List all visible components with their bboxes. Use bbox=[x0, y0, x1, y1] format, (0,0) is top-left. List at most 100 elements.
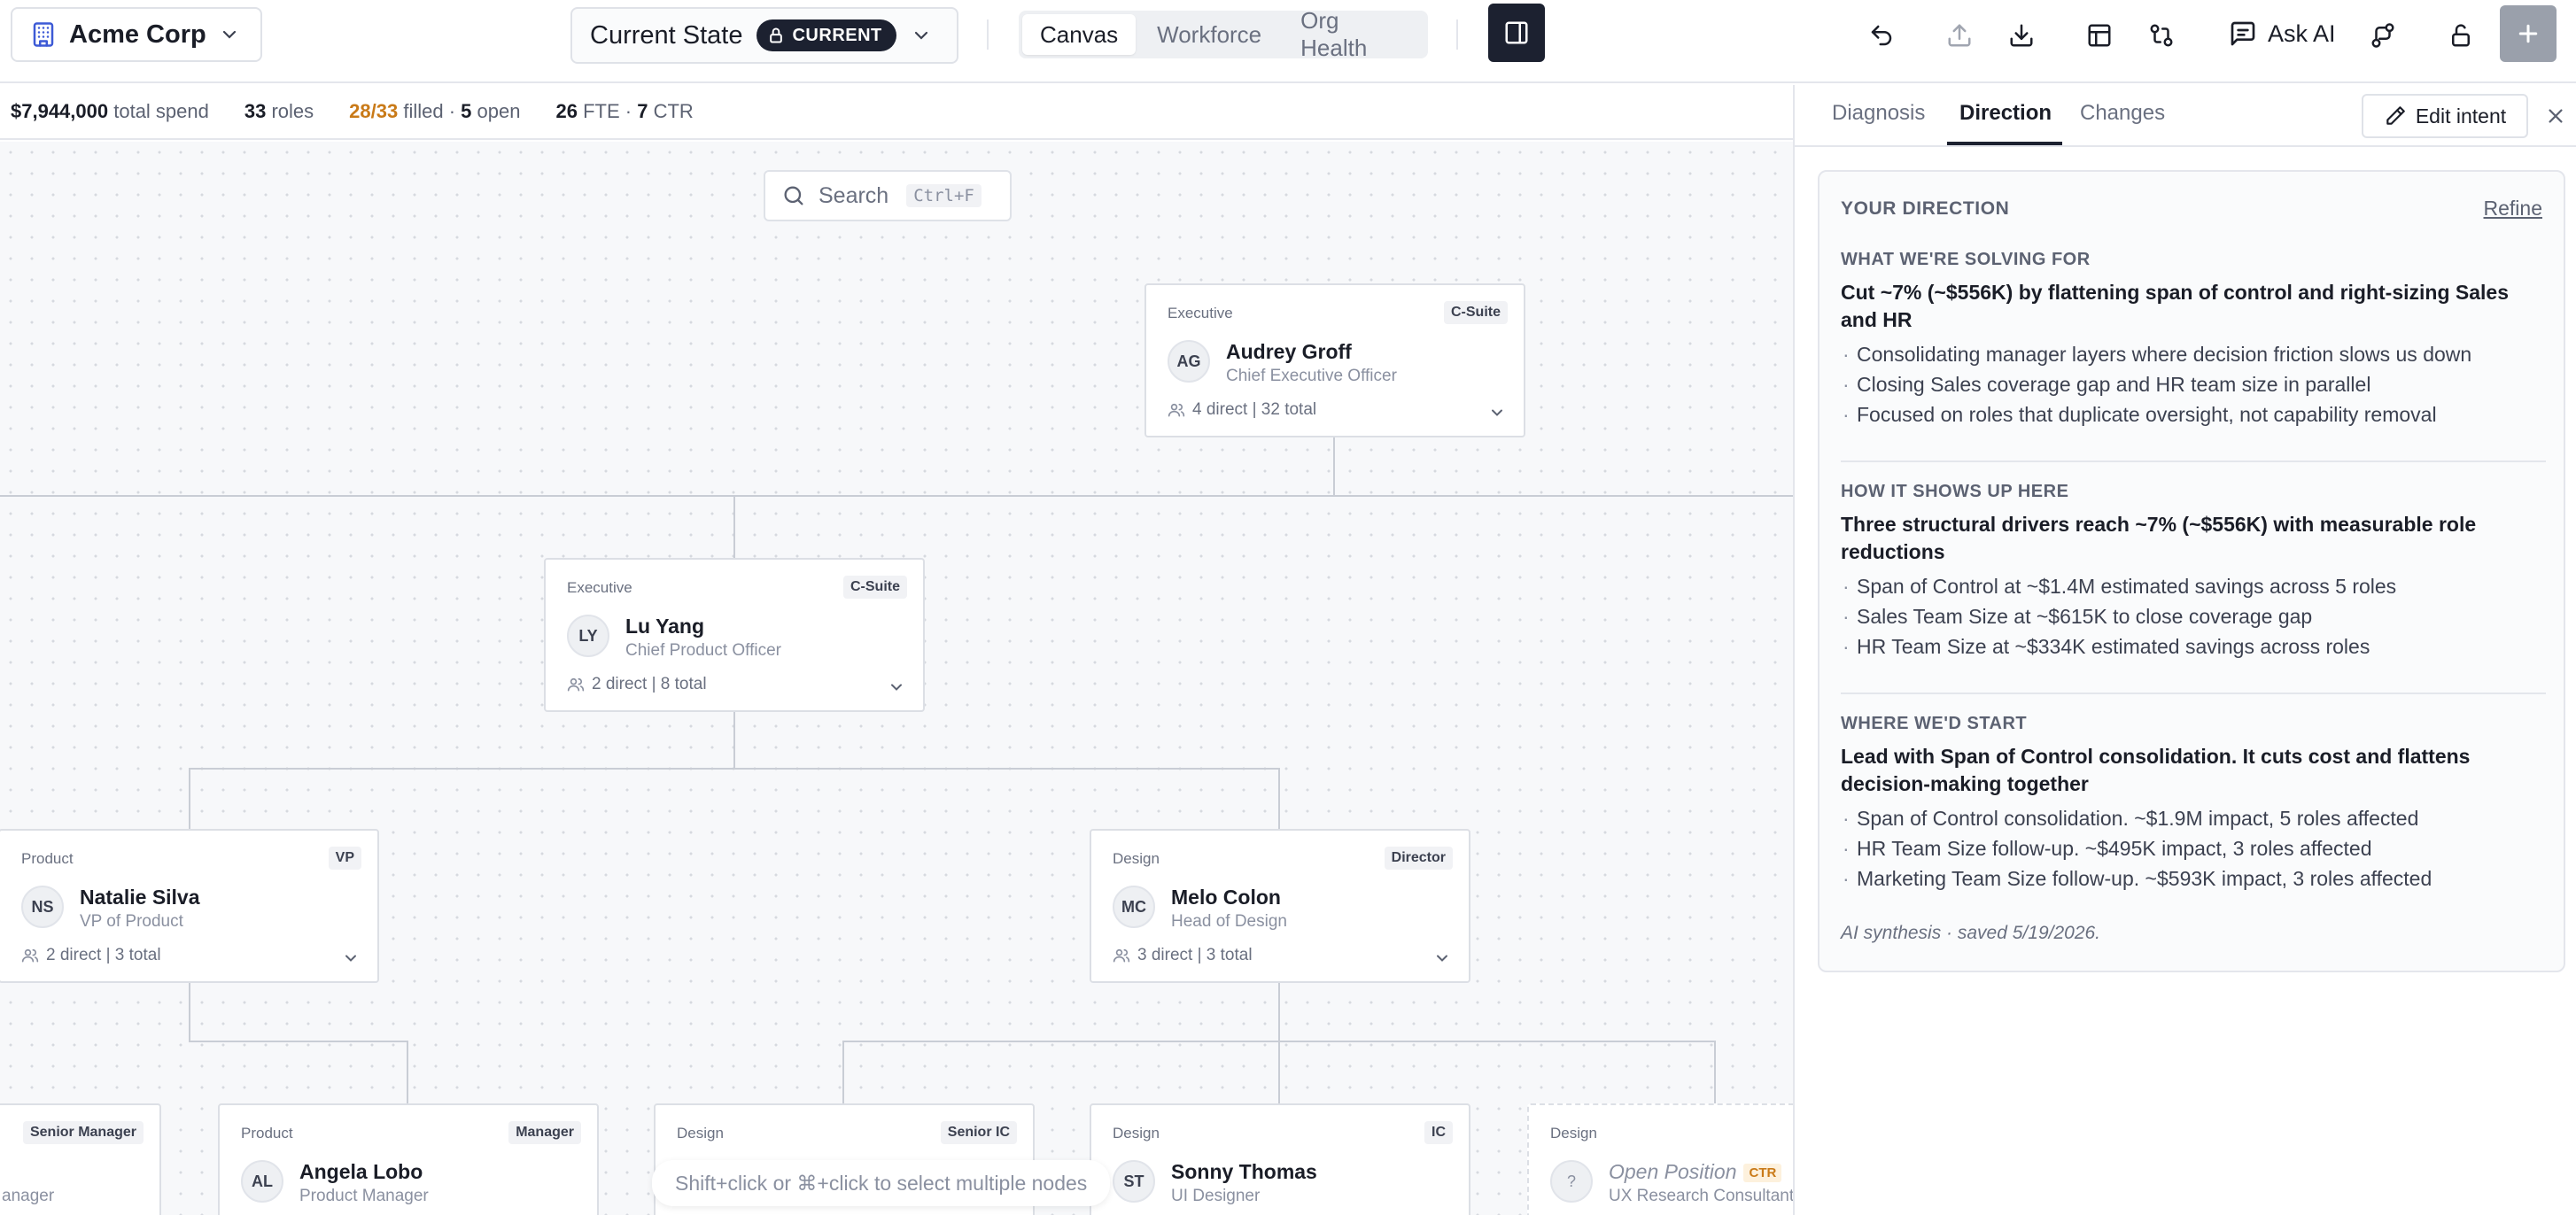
node-title: Chief Executive Officer bbox=[1226, 367, 1397, 385]
node-name: Natalie Silva bbox=[80, 886, 200, 909]
table-icon[interactable] bbox=[2082, 18, 2117, 53]
close-icon[interactable] bbox=[2542, 103, 2569, 129]
org-node[interactable]: Product VP NS Natalie Silva VP of Produc… bbox=[0, 829, 379, 983]
roles-label: roles bbox=[271, 100, 314, 122]
tab-canvas[interactable]: Canvas bbox=[1022, 14, 1137, 55]
company-switcher[interactable]: Acme Corp bbox=[11, 7, 262, 62]
section-bullets: Consolidating manager layers where decis… bbox=[1841, 339, 2546, 430]
bullet-item: Span of Control consolidation. ~$1.9M im… bbox=[1841, 803, 2546, 833]
expand-chevron-icon[interactable] bbox=[888, 678, 905, 700]
open-value: 5 bbox=[461, 100, 472, 122]
upload-icon[interactable] bbox=[1942, 18, 1977, 53]
people-icon bbox=[1168, 403, 1185, 417]
node-department: Executive bbox=[567, 579, 632, 596]
edit-intent-button[interactable]: Edit intent bbox=[2362, 94, 2528, 138]
bullet-item: Consolidating manager layers where decis… bbox=[1841, 339, 2546, 369]
building-icon bbox=[30, 21, 57, 48]
refine-link[interactable]: Refine bbox=[2484, 197, 2542, 221]
direction-section: HOW IT SHOWS UP HERE Three structural dr… bbox=[1841, 482, 2546, 662]
route-icon[interactable] bbox=[2365, 18, 2401, 53]
ctr-badge: CTR bbox=[1743, 1164, 1782, 1182]
filled-value: 28/33 bbox=[349, 100, 399, 122]
node-level-badge: C-Suite bbox=[843, 576, 907, 599]
panel-toggle-button[interactable] bbox=[1488, 4, 1545, 62]
unlock-icon[interactable] bbox=[2443, 18, 2479, 53]
section-heading: WHAT WE'RE SOLVING FOR bbox=[1841, 250, 2091, 269]
filled-label: filled · bbox=[403, 100, 456, 122]
org-node-open-position[interactable]: Design IC ? Open PositionCTR UX Research… bbox=[1527, 1103, 1793, 1215]
fte-label: FTE · bbox=[583, 100, 632, 122]
top-bar: Acme Corp Current State CURRENT Canvas W… bbox=[0, 0, 2576, 83]
node-name: Lu Yang bbox=[625, 615, 705, 638]
open-position-label: Open Position bbox=[1609, 1160, 1737, 1183]
divider bbox=[987, 19, 989, 50]
pencil-icon bbox=[2384, 104, 2407, 128]
expand-chevron-icon[interactable] bbox=[342, 949, 360, 971]
tab-changes[interactable]: Changes bbox=[2080, 101, 2165, 126]
people-icon bbox=[21, 948, 39, 963]
add-button[interactable] bbox=[2500, 5, 2557, 62]
canvas-search[interactable]: Search Ctrl+F bbox=[764, 170, 1012, 221]
node-department: Design bbox=[677, 1125, 724, 1141]
ctr-label: CTR bbox=[653, 100, 694, 122]
direction-card: YOUR DIRECTION Refine WHAT WE'RE SOLVING… bbox=[1818, 170, 2565, 972]
node-name: Sonny Thomas bbox=[1171, 1160, 1317, 1183]
stat-spend: $7,944,000 total spend bbox=[11, 100, 209, 123]
org-canvas[interactable]: Search Ctrl+F Executive C-Suite AG Audre… bbox=[0, 142, 1793, 1215]
reports-label: 2 direct | 8 total bbox=[592, 675, 707, 693]
avatar: LY bbox=[567, 615, 609, 657]
org-node[interactable]: Executive C-Suite LY Lu Yang Chief Produ… bbox=[544, 558, 925, 712]
expand-chevron-icon[interactable] bbox=[1433, 949, 1451, 971]
node-department: Executive bbox=[1168, 305, 1233, 321]
stat-roles: 33 roles bbox=[244, 100, 314, 123]
fte-value: 26 bbox=[555, 100, 578, 122]
state-label: Current State bbox=[590, 20, 743, 50]
view-tabs: Canvas Workforce Org Health bbox=[1019, 7, 1428, 61]
undo-icon[interactable] bbox=[1864, 18, 1899, 53]
spend-value: $7,944,000 bbox=[11, 100, 109, 122]
reports-label: 2 direct | 3 total bbox=[46, 946, 161, 964]
section-title: Three structural drivers reach ~7% (~$55… bbox=[1841, 513, 2477, 563]
tab-diagnosis[interactable]: Diagnosis bbox=[1832, 101, 1925, 126]
roles-value: 33 bbox=[244, 100, 267, 122]
right-panel: Diagnosis Direction Changes Edit intent … bbox=[1793, 85, 2576, 1215]
direction-section: WHAT WE'RE SOLVING FOR Cut ~7% (~$556K) … bbox=[1841, 250, 2546, 430]
bullet-item: HR Team Size follow-up. ~$495K impact, 3… bbox=[1841, 833, 2546, 863]
state-selector[interactable]: Current State CURRENT bbox=[570, 7, 958, 64]
bullet-item: Span of Control at ~$1.4M estimated savi… bbox=[1841, 571, 2546, 601]
section-bullets: Span of Control at ~$1.4M estimated savi… bbox=[1841, 571, 2546, 662]
tab-workforce[interactable]: Workforce bbox=[1139, 14, 1279, 55]
section-title: Lead with Span of Control consolidation.… bbox=[1841, 745, 2471, 795]
org-node[interactable]: Senior Manager anager bbox=[0, 1103, 161, 1215]
node-title: Chief Product Officer bbox=[625, 641, 782, 660]
node-level-badge: C-Suite bbox=[1444, 301, 1508, 324]
tab-org-health[interactable]: Org Health bbox=[1283, 7, 1424, 61]
expand-chevron-icon[interactable] bbox=[1488, 404, 1506, 426]
direction-section: WHERE WE'D START Lead with Span of Contr… bbox=[1841, 714, 2546, 894]
node-department: Design bbox=[1113, 1125, 1160, 1141]
section-divider bbox=[1841, 693, 2546, 694]
sidebar-right-icon bbox=[1503, 19, 1530, 46]
node-name: Melo Colon bbox=[1171, 886, 1281, 909]
node-name: Open Position CTR bbox=[1609, 1160, 1782, 1184]
bullet-item: Focused on roles that duplicate oversigh… bbox=[1841, 399, 2546, 430]
compare-icon[interactable] bbox=[2144, 18, 2179, 53]
divider bbox=[1456, 19, 1458, 50]
org-node[interactable]: Executive C-Suite AG Audrey Groff Chief … bbox=[1144, 283, 1525, 437]
tab-direction[interactable]: Direction bbox=[1959, 101, 2052, 126]
org-node[interactable]: Design IC ST Sonny Thomas UI Designer bbox=[1090, 1103, 1470, 1215]
node-department: Design bbox=[1113, 850, 1160, 867]
section-divider bbox=[1841, 460, 2546, 462]
org-node[interactable]: Design Director MC Melo Colon Head of De… bbox=[1090, 829, 1470, 983]
spend-label: total spend bbox=[113, 100, 209, 122]
chevron-down-icon bbox=[219, 24, 240, 45]
section-heading: HOW IT SHOWS UP HERE bbox=[1841, 482, 2069, 501]
ask-ai-button[interactable]: Ask AI bbox=[2229, 16, 2336, 51]
download-icon[interactable] bbox=[2004, 18, 2039, 53]
node-department: Product bbox=[241, 1125, 293, 1141]
edit-intent-label: Edit intent bbox=[2415, 104, 2507, 128]
node-department: Product bbox=[21, 850, 74, 867]
node-reports: 3 direct | 3 total bbox=[1113, 946, 1253, 965]
org-node[interactable]: Product Manager AL Angela Lobo Product M… bbox=[218, 1103, 599, 1215]
node-reports: 4 direct | 32 total bbox=[1168, 400, 1316, 420]
